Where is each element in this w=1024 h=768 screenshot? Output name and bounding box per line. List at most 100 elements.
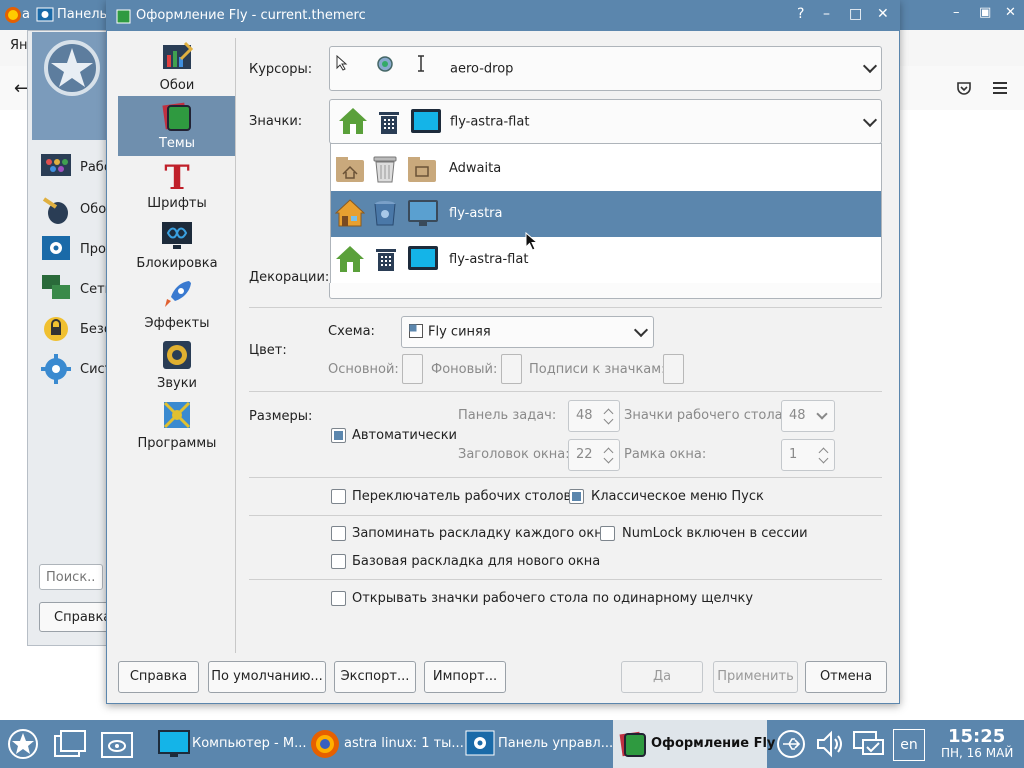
security-icon [44,317,68,341]
mouse-icon [42,197,68,224]
dialog-maximize-icon[interactable]: □ [849,6,862,22]
icons-label: Значки: [249,114,303,129]
cursors-combobox[interactable]: aero-drop [329,46,882,91]
hamburger-menu-icon[interactable] [992,81,1008,95]
bg-window-letter: а [22,7,30,22]
clock-date: ПН, 16 МАЙ [941,746,1014,760]
minimize-icon[interactable]: – [953,5,960,20]
control-panel-icon [465,730,495,756]
classic-menu-checkbox[interactable] [569,489,584,504]
desktop-screen-icon [411,109,441,133]
base-layout-checkbox[interactable] [331,554,346,569]
sidebar-item-sounds[interactable]: Звуки [118,336,236,396]
dialog-titlebar: Оформление Fly - current.themerc ? – □ ✕ [107,1,899,31]
maximize-icon[interactable]: ▣ [979,5,991,20]
icons-option-fly-astra-flat[interactable]: fly-astra-flat [331,237,881,283]
fonts-icon: T [164,159,189,193]
desktop-icon [41,154,71,176]
home-folder-icon [336,157,364,182]
task-control-panel[interactable]: Панель управл... [459,720,613,768]
icons-option-adwaita[interactable]: Adwaita [331,146,881,192]
bg-color-swatch[interactable] [501,354,522,384]
task-theme-settings[interactable]: Оформление Fly [613,720,775,768]
icon-caption-color-swatch[interactable] [663,354,684,384]
themes-icon [619,731,646,757]
scheme-combobox[interactable]: Fly синяя [401,316,654,348]
pocket-icon[interactable] [956,80,972,96]
window-title-size-label: Заголовок окна: [458,447,570,462]
single-click-checkbox[interactable] [331,591,346,606]
sidebar-item-themes[interactable]: Темы [118,96,236,156]
sidebar-item-lock[interactable]: Блокировка [118,216,236,276]
show-windows-icon[interactable] [54,730,86,758]
taskbar-size-label: Панель задач: [458,408,557,423]
keyboard-layout-indicator[interactable]: en [893,729,925,761]
defaults-button[interactable]: По умолчанию... [208,661,326,693]
numlock-checkbox[interactable] [600,526,615,541]
icons-option-fly-astra[interactable]: fly-astra [331,191,881,237]
help-button[interactable]: Справка [118,661,199,693]
sidebar-item-programs[interactable]: Программы [118,396,236,456]
icons-combobox[interactable]: fly-astra-flat [329,99,882,144]
bg-color-label: Фоновый: [431,362,498,377]
theme-settings-dialog: Оформление Fly - current.themerc ? – □ ✕… [106,0,900,704]
firefox-icon[interactable] [4,6,22,24]
auto-size-checkbox[interactable] [331,428,346,443]
apply-button[interactable]: Применить [713,661,798,693]
divider [249,477,882,478]
cursors-label: Курсоры: [249,62,313,77]
chevron-down-icon [633,322,649,338]
sidebar-item-wallpaper[interactable]: Обои [118,38,236,98]
task-computer[interactable]: Компьютер - М... [148,720,307,768]
chevron-down-icon [816,408,828,420]
workspace-switch-label: Переключатель рабочих столов [352,489,572,504]
desktop-eye-icon[interactable] [101,730,133,758]
help-question-icon[interactable]: ? [797,6,804,22]
spin-down-icon[interactable] [603,453,614,464]
cp-search-input[interactable] [39,564,103,590]
speaker-icon [163,341,191,369]
network-status-icon[interactable] [853,730,885,758]
main-color-swatch[interactable] [402,354,423,384]
network-icon [42,275,70,299]
sizes-label: Размеры: [249,409,313,424]
cp-help-button[interactable]: Справка [39,602,111,632]
home-folder-icon [339,108,367,134]
sidebar-item-effects[interactable]: Эффекты [118,276,236,336]
clock-time[interactable]: 15:25 [948,726,1005,747]
export-button[interactable]: Экспорт... [334,661,416,693]
spin-down-icon[interactable] [818,453,829,464]
taskbar-size-spinbox[interactable]: 48 [568,400,620,432]
window-frame-size-spinbox[interactable]: 1 [781,439,835,471]
window-title-size-spinbox[interactable]: 22 [568,439,620,471]
base-layout-label: Базовая раскладка для нового окна [352,554,601,569]
rocket-icon [165,281,191,307]
desktop-screen-icon [408,246,438,270]
sidebar-item-fonts[interactable]: T Шрифты [118,156,236,216]
decorations-combobox[interactable] [329,283,882,299]
divider [249,515,882,516]
window-frame-size-label: Рамка окна: [624,447,707,462]
control-panel-icon [36,7,54,22]
dialog-minimize-icon[interactable]: – [823,6,830,22]
task-browser[interactable]: astra linux: 1 ты... [304,720,464,768]
remember-layout-checkbox[interactable] [331,526,346,541]
usb-icon[interactable] [777,730,805,758]
workspace-switch-checkbox[interactable] [331,489,346,504]
color-label: Цвет: [249,343,287,358]
volume-icon[interactable] [815,730,845,758]
trash-icon [379,112,399,134]
star-avatar-icon [32,32,116,140]
close-icon[interactable]: ✕ [1005,5,1016,20]
cancel-button[interactable]: Отмена [805,661,887,693]
desktop-icons-size-combobox[interactable]: 48 [781,400,835,432]
dialog-title: Оформление Fly - current.themerc [136,8,366,23]
home-folder-icon [335,199,365,227]
svg-text:T: T [164,159,189,193]
import-button[interactable]: Импорт... [424,661,506,693]
settings-screen-icon [42,236,70,260]
spin-down-icon[interactable] [603,414,614,425]
start-menu-icon[interactable] [7,728,39,760]
dialog-close-icon[interactable]: ✕ [877,6,889,22]
ok-button[interactable]: Да [621,661,703,693]
